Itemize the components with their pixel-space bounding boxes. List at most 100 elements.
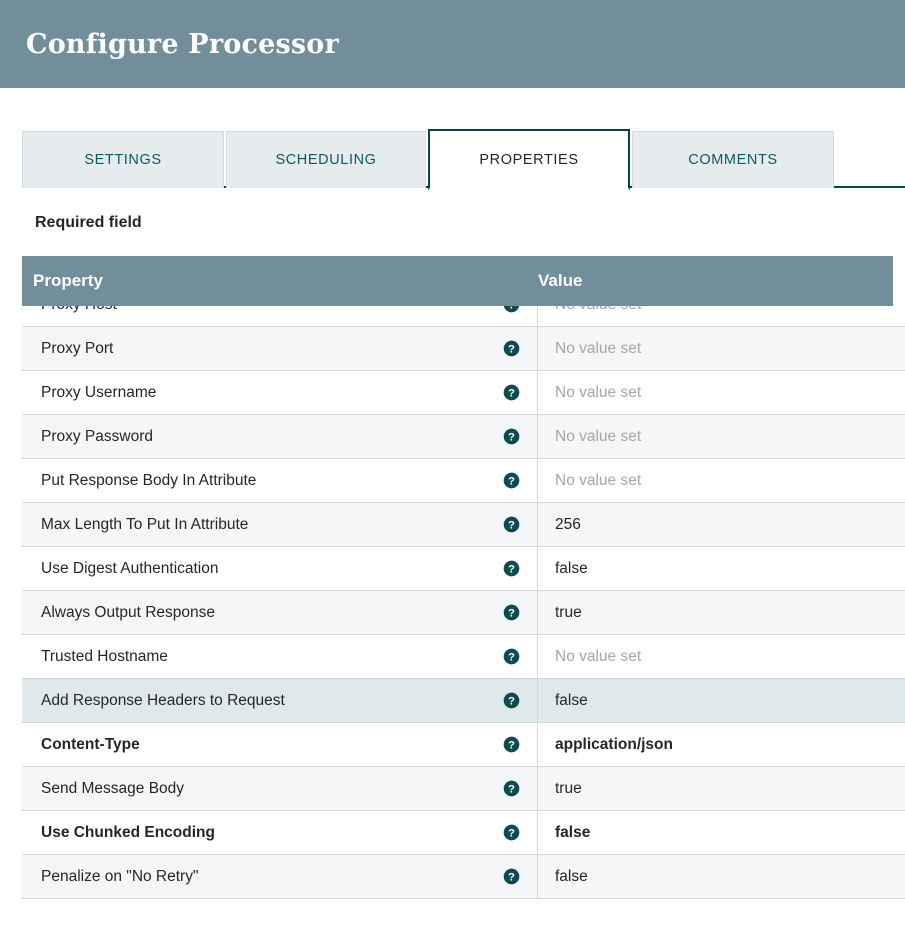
svg-text:?: ? [508,475,515,487]
value-placeholder: No value set [555,428,641,446]
dialog-header: Configure Processor [0,0,905,88]
svg-text:?: ? [508,651,515,663]
property-name-label: Use Digest Authentication [41,560,503,578]
property-cell: Proxy Password? [22,415,538,458]
svg-text:?: ? [508,387,515,399]
value-cell[interactable]: application/json [538,723,905,766]
help-circle-icon[interactable]: ? [503,780,520,797]
value-cell[interactable]: No value set [538,459,905,502]
tab-scheduling[interactable]: SCHEDULING [226,131,426,188]
svg-text:?: ? [508,343,515,355]
value-text: application/json [555,736,673,754]
help-circle-icon[interactable]: ? [503,736,520,753]
svg-text:?: ? [508,783,515,795]
svg-text:?: ? [508,871,515,883]
help-circle-icon[interactable]: ? [503,472,520,489]
help-circle-icon[interactable]: ? [503,516,520,533]
value-text: false [555,560,588,578]
table-row[interactable]: Use Chunked Encoding? false [22,811,905,855]
value-text: true [555,780,582,798]
svg-text:?: ? [508,519,515,531]
property-name-label: Proxy Port [41,340,503,358]
table-row[interactable]: Add Response Headers to Request? false [22,679,905,723]
help-circle-icon[interactable]: ? [503,824,520,841]
properties-table-body: Proxy Host?No value setProxy Port?No val… [22,283,905,899]
table-row[interactable]: Max Length To Put In Attribute? 256 [22,503,905,547]
property-cell: Trusted Hostname? [22,635,538,678]
property-cell: Use Digest Authentication? [22,547,538,590]
value-text: true [555,604,582,622]
property-name-label: Send Message Body [41,780,503,798]
property-cell: Send Message Body? [22,767,538,810]
property-name-label: Put Response Body In Attribute [41,472,503,490]
table-row[interactable]: Trusted Hostname? No value set [22,635,905,679]
value-cell[interactable]: false [538,547,905,590]
help-circle-icon[interactable]: ? [503,384,520,401]
help-circle-icon[interactable]: ? [503,340,520,357]
value-cell[interactable]: true [538,767,905,810]
tab-settings[interactable]: SETTINGS [22,131,224,188]
value-text: false [555,824,590,842]
table-row[interactable]: Put Response Body In Attribute?No value … [22,459,905,503]
property-cell: Content-Type? [22,723,538,766]
property-name-label: Content-Type [41,736,503,754]
svg-text:?: ? [508,563,515,575]
tab-settings-label: SETTINGS [84,152,161,168]
help-circle-icon[interactable]: ? [503,648,520,665]
required-field-legend: Required field [35,214,905,232]
table-row[interactable]: Penalize on "No Retry"? false [22,855,905,899]
table-row[interactable]: Proxy Username? No value set [22,371,905,415]
value-cell[interactable]: No value set [538,415,905,458]
table-row[interactable]: Proxy Port? No value set [22,327,905,371]
svg-text:?: ? [508,695,515,707]
value-cell[interactable]: No value set [538,635,905,678]
value-cell[interactable]: true [538,591,905,634]
help-circle-icon[interactable]: ? [503,428,520,445]
value-cell[interactable]: No value set [538,327,905,370]
table-row[interactable]: Send Message Body? true [22,767,905,811]
tab-comments-label: COMMENTS [688,152,777,168]
help-circle-icon[interactable]: ? [503,868,520,885]
tab-list: SETTINGS SCHEDULING PROPERTIES COMMENTS [22,129,905,188]
table-row[interactable]: Content-Type? application/json [22,723,905,767]
tab-scheduling-label: SCHEDULING [275,152,376,168]
svg-text:?: ? [508,827,515,839]
svg-text:?: ? [508,739,515,751]
table-row[interactable]: Always Output Response?true [22,591,905,635]
property-cell: Proxy Username? [22,371,538,414]
property-name-label: Proxy Username [41,384,503,402]
tab-properties-label: PROPERTIES [479,152,578,168]
value-text: 256 [555,516,581,534]
tab-comments[interactable]: COMMENTS [632,131,834,188]
column-header-value: Value [538,271,582,291]
property-cell: Max Length To Put In Attribute? [22,503,538,546]
properties-table: Proxy Host?No value setProxy Port?No val… [22,256,905,902]
value-placeholder: No value set [555,648,641,666]
value-cell[interactable]: 256 [538,503,905,546]
value-text: false [555,868,588,886]
value-cell[interactable]: false [538,811,905,854]
property-name-label: Trusted Hostname [41,648,503,666]
property-cell: Use Chunked Encoding? [22,811,538,854]
property-name-label: Penalize on "No Retry" [41,868,503,886]
property-cell: Put Response Body In Attribute? [22,459,538,502]
help-circle-icon[interactable]: ? [503,560,520,577]
help-circle-icon[interactable]: ? [503,692,520,709]
value-placeholder: No value set [555,340,641,358]
property-cell: Add Response Headers to Request? [22,679,538,722]
value-cell[interactable]: false [538,855,905,898]
table-row[interactable]: Use Digest Authentication? false [22,547,905,591]
property-name-label: Max Length To Put In Attribute [41,516,503,534]
help-circle-icon[interactable]: ? [503,604,520,621]
column-header-property: Property [33,271,538,291]
value-cell[interactable]: No value set [538,371,905,414]
svg-text:?: ? [508,431,515,443]
property-cell: Penalize on "No Retry"? [22,855,538,898]
property-name-label: Use Chunked Encoding [41,824,503,842]
tab-strip: SETTINGS SCHEDULING PROPERTIES COMMENTS [0,129,905,188]
value-cell[interactable]: false [538,679,905,722]
value-text: false [555,692,588,710]
tab-properties[interactable]: PROPERTIES [428,129,630,190]
value-placeholder: No value set [555,384,641,402]
table-row[interactable]: Proxy Password? No value set [22,415,905,459]
